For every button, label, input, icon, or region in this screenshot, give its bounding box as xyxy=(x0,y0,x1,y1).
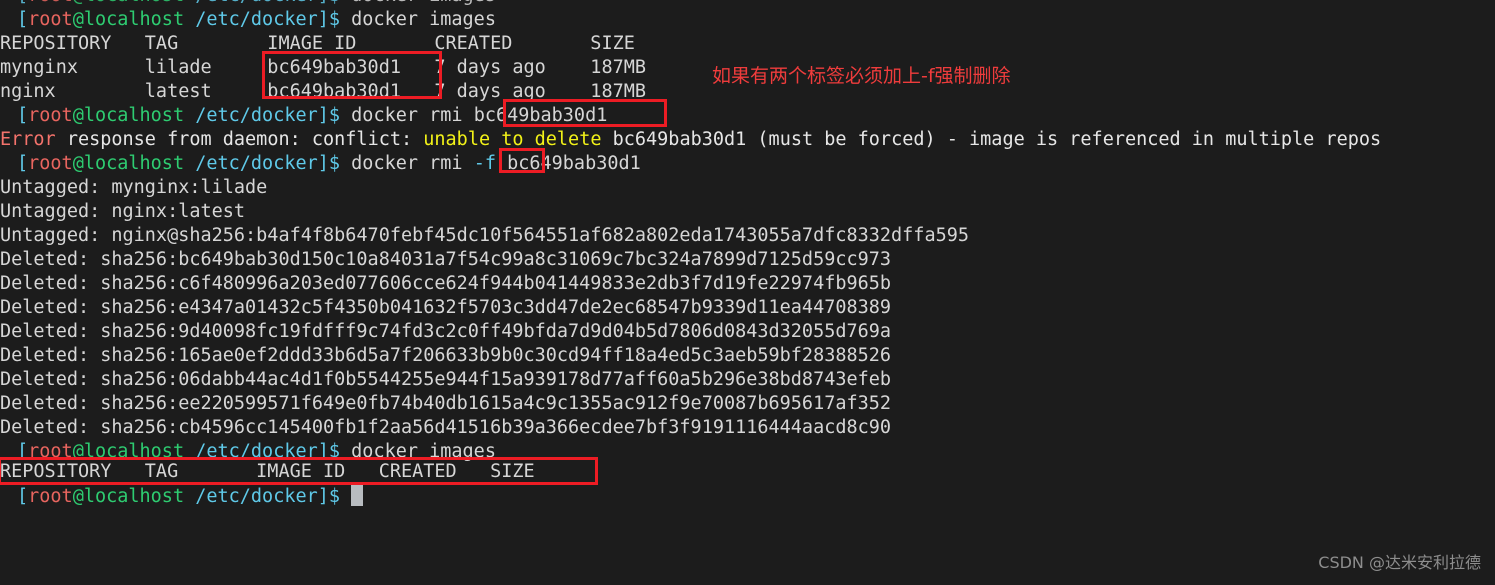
output-deleted-6: Deleted: sha256:06dabb44ac4d1f0b5544255e… xyxy=(0,369,892,390)
images-table-row-mynginx: mynginx lilade bc649bab30d1 7 days ago 1… xyxy=(0,57,647,78)
prompt-open-bracket: [ xyxy=(17,0,28,6)
output-deleted-3: Deleted: sha256:e4347a01432c5f4350b04163… xyxy=(0,297,892,318)
terminal-cursor xyxy=(351,485,364,506)
prompt-user: root xyxy=(28,441,73,462)
images-table-header-1: REPOSITORY TAG IMAGE ID CREATED SIZE xyxy=(0,33,635,54)
prompt-open-bracket: [ xyxy=(17,441,29,462)
command-text: docker rmi xyxy=(340,105,474,126)
terminal-window[interactable]: [root@localhost /etc/docker]$ docker ima… xyxy=(0,0,1495,585)
prompt-open-bracket: [ xyxy=(17,9,29,30)
prompt-path: /etc/docker xyxy=(184,486,318,507)
command-text: docker rmi xyxy=(340,153,474,174)
error-message-mid: response from daemon: conflict: xyxy=(55,129,424,150)
output-deleted-4: Deleted: sha256:9d40098fc19fdfff9c74fd3c… xyxy=(0,321,892,342)
terminal-line-cmd-rmi: [root@localhost /etc/docker]$ docker rmi… xyxy=(0,104,607,128)
prompt-host: @localhost xyxy=(72,105,185,126)
terminal-line-error: Error response from daemon: conflict: un… xyxy=(0,128,1381,152)
prompt-dollar: ]$ xyxy=(317,486,341,507)
terminal-line-cmd-images-1: [root@localhost /etc/docker]$ docker ima… xyxy=(0,8,496,32)
prompt-host: @localhost xyxy=(72,486,185,507)
prompt-user: root xyxy=(28,486,73,507)
annotation-note-force-delete: 如果有两个标签必须加上-f强制删除 xyxy=(712,65,1011,87)
prompt-dollar: ]$ xyxy=(317,441,341,462)
prompt-path: /etc/docker xyxy=(184,9,318,30)
output-deleted-8: Deleted: sha256:cb4596cc145400fb1f2aa56d… xyxy=(0,417,892,438)
prompt-user: root xyxy=(28,153,73,174)
prompt-user: root xyxy=(28,0,73,6)
prompt-host: @localhost xyxy=(73,0,184,6)
error-message-tail: bc649bab30d1 (must be forced) - image is… xyxy=(601,129,1382,150)
terminal-line-cmd-rmi-force: [root@localhost /etc/docker]$ docker rmi… xyxy=(0,152,641,176)
prompt-dollar: ]$ xyxy=(317,153,341,174)
error-label: Error xyxy=(0,129,56,150)
error-highlight: unable to delete xyxy=(423,129,602,150)
prompt-dollar: ]$ xyxy=(317,105,341,126)
command-flag-force: -f xyxy=(473,153,496,174)
terminal-line-final-prompt[interactable]: [root@localhost /etc/docker]$ xyxy=(0,485,364,509)
prompt-dollar: ]$ xyxy=(318,0,340,6)
output-deleted-1: Deleted: sha256:bc649bab30d150c10a84031a… xyxy=(0,249,892,270)
output-untagged-3: Untagged: nginx@sha256:b4af4f8b6470febf4… xyxy=(0,225,970,246)
output-untagged-1: Untagged: mynginx:lilade xyxy=(0,177,268,198)
prompt-host: @localhost xyxy=(72,153,185,174)
prompt-user: root xyxy=(28,105,73,126)
prompt-open-bracket: [ xyxy=(17,105,29,126)
prompt-path: /etc/docker xyxy=(184,153,318,174)
prompt-path: /etc/docker xyxy=(184,441,318,462)
command-text: docker images xyxy=(340,441,496,462)
output-deleted-7: Deleted: sha256:ee220599571f649e0fb74b40… xyxy=(0,393,892,414)
command-arg-image-id: bc649bab30d1 xyxy=(495,153,641,174)
prompt-path: /etc/docker xyxy=(184,0,318,6)
prompt-user: root xyxy=(28,9,73,30)
command-text: docker images xyxy=(340,9,496,30)
prompt-host: @localhost xyxy=(72,441,185,462)
prompt-path: /etc/docker xyxy=(184,105,318,126)
output-deleted-5: Deleted: sha256:165ae0ef2ddd33b6d5a7f206… xyxy=(0,345,892,366)
images-table-row-nginx: nginx latest bc649bab30d1 7 days ago 187… xyxy=(0,81,647,102)
output-deleted-2: Deleted: sha256:c6f480996a203ed077606cce… xyxy=(0,273,892,294)
command-arg-image-id: bc649bab30d1 xyxy=(473,105,608,126)
command-text: docker images xyxy=(340,0,496,6)
prompt-open-bracket: [ xyxy=(17,486,29,507)
prompt-dollar: ]$ xyxy=(317,9,341,30)
prompt-open-bracket: [ xyxy=(17,153,29,174)
terminal-line-clipped-top: [root@localhost /etc/docker]$ docker ima… xyxy=(0,0,496,8)
watermark: CSDN @达米安利拉德 xyxy=(1318,553,1481,572)
prompt-host: @localhost xyxy=(72,9,185,30)
prompt-trailing-space xyxy=(340,486,351,507)
output-untagged-2: Untagged: nginx:latest xyxy=(0,201,246,222)
images-table-header-2: REPOSITORY TAG IMAGE ID CREATED SIZE xyxy=(0,461,535,482)
